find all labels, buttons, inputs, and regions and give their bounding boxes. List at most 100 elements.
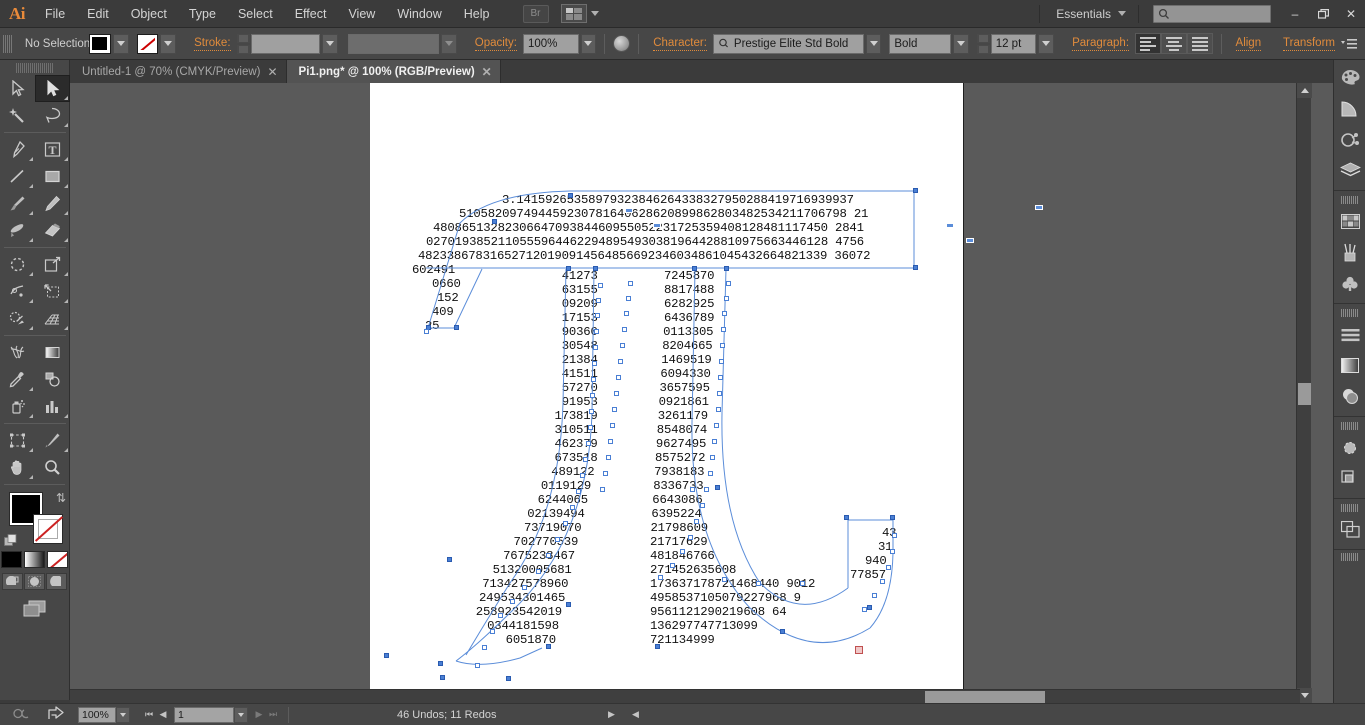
stray-anchor-point[interactable] bbox=[946, 223, 954, 228]
path-anchor-point[interactable] bbox=[522, 585, 527, 590]
close-icon[interactable]: ✕ bbox=[267, 65, 277, 79]
path-anchor-point[interactable] bbox=[724, 266, 729, 271]
blob-brush-tool[interactable] bbox=[0, 217, 35, 244]
path-anchor-point[interactable] bbox=[566, 602, 571, 607]
artboards-panel-icon[interactable] bbox=[1334, 514, 1365, 545]
path-anchor-point[interactable] bbox=[384, 653, 389, 658]
next-artboard-button[interactable]: ▶ bbox=[252, 707, 266, 723]
path-anchor-point[interactable] bbox=[890, 549, 895, 554]
path-anchor-point[interactable] bbox=[880, 579, 885, 584]
first-artboard-button[interactable]: ⏮ bbox=[142, 707, 156, 723]
restore-button[interactable] bbox=[1309, 3, 1337, 25]
line-segment-tool[interactable] bbox=[0, 163, 35, 190]
path-anchor-point[interactable] bbox=[598, 283, 603, 288]
magic-wand-tool[interactable] bbox=[0, 102, 35, 129]
draw-normal-button[interactable] bbox=[2, 573, 23, 590]
path-anchor-point[interactable] bbox=[715, 485, 720, 490]
menu-edit[interactable]: Edit bbox=[76, 0, 120, 28]
artboard-dropdown[interactable] bbox=[234, 706, 248, 723]
align-center-button[interactable] bbox=[1160, 33, 1187, 54]
path-anchor-point[interactable] bbox=[586, 441, 591, 446]
share-on-behance-icon[interactable] bbox=[48, 706, 64, 723]
zoom-dropdown[interactable] bbox=[116, 706, 130, 723]
eyedropper-tool[interactable] bbox=[0, 366, 35, 393]
dock-grip[interactable] bbox=[1341, 553, 1358, 561]
opacity-field[interactable]: 100% bbox=[522, 33, 579, 54]
workspace-switcher[interactable]: Essentials bbox=[1046, 7, 1132, 21]
path-anchor-point[interactable] bbox=[722, 311, 727, 316]
align-left-button[interactable] bbox=[1135, 33, 1161, 54]
symbol-sprayer-tool[interactable] bbox=[0, 393, 35, 420]
path-anchor-point[interactable] bbox=[718, 375, 723, 380]
path-anchor-point[interactable] bbox=[616, 375, 621, 380]
vertical-scroll-thumb[interactable] bbox=[1298, 383, 1311, 405]
rectangle-tool[interactable] bbox=[35, 163, 70, 190]
path-anchor-point[interactable] bbox=[620, 343, 625, 348]
path-anchor-point[interactable] bbox=[688, 535, 693, 540]
tab-untitled-1[interactable]: Untitled-1 @ 70% (CMYK/Preview) ✕ bbox=[70, 60, 287, 83]
transform-panel-link[interactable]: Transform bbox=[1283, 36, 1335, 51]
path-anchor-point[interactable] bbox=[690, 487, 695, 492]
align-panel-link[interactable]: Align bbox=[1235, 36, 1262, 51]
menu-window[interactable]: Window bbox=[386, 0, 452, 28]
path-anchor-point[interactable] bbox=[566, 266, 571, 271]
path-anchor-point[interactable] bbox=[594, 329, 599, 334]
menu-object[interactable]: Object bbox=[120, 0, 178, 28]
path-anchor-point[interactable] bbox=[608, 439, 613, 444]
minimize-button[interactable]: – bbox=[1281, 3, 1309, 25]
shape-builder-tool[interactable] bbox=[0, 305, 35, 332]
paragraph-label[interactable]: Paragraph: bbox=[1072, 36, 1130, 51]
fill-dropdown-button[interactable] bbox=[112, 33, 129, 54]
path-anchor-point[interactable] bbox=[844, 515, 849, 520]
stroke-weight-stepper[interactable] bbox=[236, 33, 250, 54]
opacity-label[interactable]: Opacity: bbox=[474, 36, 517, 51]
path-anchor-point[interactable] bbox=[593, 345, 598, 350]
path-anchor-point[interactable] bbox=[440, 675, 445, 680]
path-anchor-point[interactable] bbox=[624, 311, 629, 316]
type-tool[interactable]: T bbox=[35, 136, 70, 163]
path-anchor-point[interactable] bbox=[710, 455, 715, 460]
gradient-tool[interactable] bbox=[35, 339, 70, 366]
path-anchor-point[interactable] bbox=[580, 473, 585, 478]
path-anchor-point[interactable] bbox=[536, 569, 541, 574]
eraser-tool[interactable] bbox=[35, 217, 70, 244]
arrange-documents-icon[interactable] bbox=[560, 4, 587, 23]
path-anchor-point[interactable] bbox=[612, 407, 617, 412]
preflight-icon[interactable] bbox=[12, 707, 36, 723]
menu-file[interactable]: File bbox=[34, 0, 76, 28]
perspective-grid-tool[interactable] bbox=[35, 305, 70, 332]
swap-fill-stroke-icon[interactable]: ⇅ bbox=[56, 491, 66, 505]
pi-artwork[interactable]: 3.14159265358979323846264338327950288419… bbox=[370, 83, 964, 707]
path-anchor-point[interactable] bbox=[722, 577, 727, 582]
control-bar-options-icon[interactable] bbox=[1341, 38, 1357, 50]
path-anchor-point[interactable] bbox=[492, 219, 497, 224]
draw-inside-button[interactable] bbox=[46, 573, 67, 590]
artboard[interactable]: 3.14159265358979323846264338327950288419… bbox=[370, 83, 964, 707]
artboard-number-field[interactable]: 1 bbox=[174, 706, 234, 723]
tools-panel-grip[interactable] bbox=[16, 63, 53, 73]
path-anchor-point[interactable] bbox=[721, 327, 726, 332]
close-icon[interactable]: ✕ bbox=[482, 65, 492, 79]
horizontal-scroll-thumb[interactable] bbox=[925, 691, 1045, 703]
color-guide-panel-icon[interactable] bbox=[1334, 93, 1365, 124]
default-fill-stroke-icon[interactable] bbox=[4, 534, 17, 547]
pencil-tool[interactable] bbox=[35, 190, 70, 217]
path-anchor-point[interactable] bbox=[692, 266, 697, 271]
dock-grip[interactable] bbox=[1341, 504, 1358, 512]
document-area[interactable]: 3.14159265358979323846264338327950288419… bbox=[70, 83, 1365, 707]
menu-effect[interactable]: Effect bbox=[284, 0, 338, 28]
font-size-stepper[interactable] bbox=[976, 33, 990, 54]
character-label[interactable]: Character: bbox=[653, 36, 707, 51]
tab-pi1-png[interactable]: Pi1.png* @ 100% (RGB/Preview) ✕ bbox=[286, 60, 501, 83]
path-anchor-point[interactable] bbox=[720, 343, 725, 348]
align-justify-button[interactable] bbox=[1186, 33, 1213, 54]
path-anchor-point[interactable] bbox=[591, 377, 596, 382]
panel-grip[interactable] bbox=[3, 34, 13, 53]
direct-selection-tool[interactable] bbox=[35, 75, 70, 102]
symbols-panel-icon[interactable] bbox=[1334, 124, 1365, 155]
path-anchor-point[interactable] bbox=[714, 423, 719, 428]
pathfinder-panel-icon[interactable] bbox=[1334, 463, 1365, 494]
path-anchor-point[interactable] bbox=[568, 193, 573, 198]
search-input[interactable] bbox=[1153, 4, 1271, 23]
color-button[interactable] bbox=[1, 551, 22, 568]
